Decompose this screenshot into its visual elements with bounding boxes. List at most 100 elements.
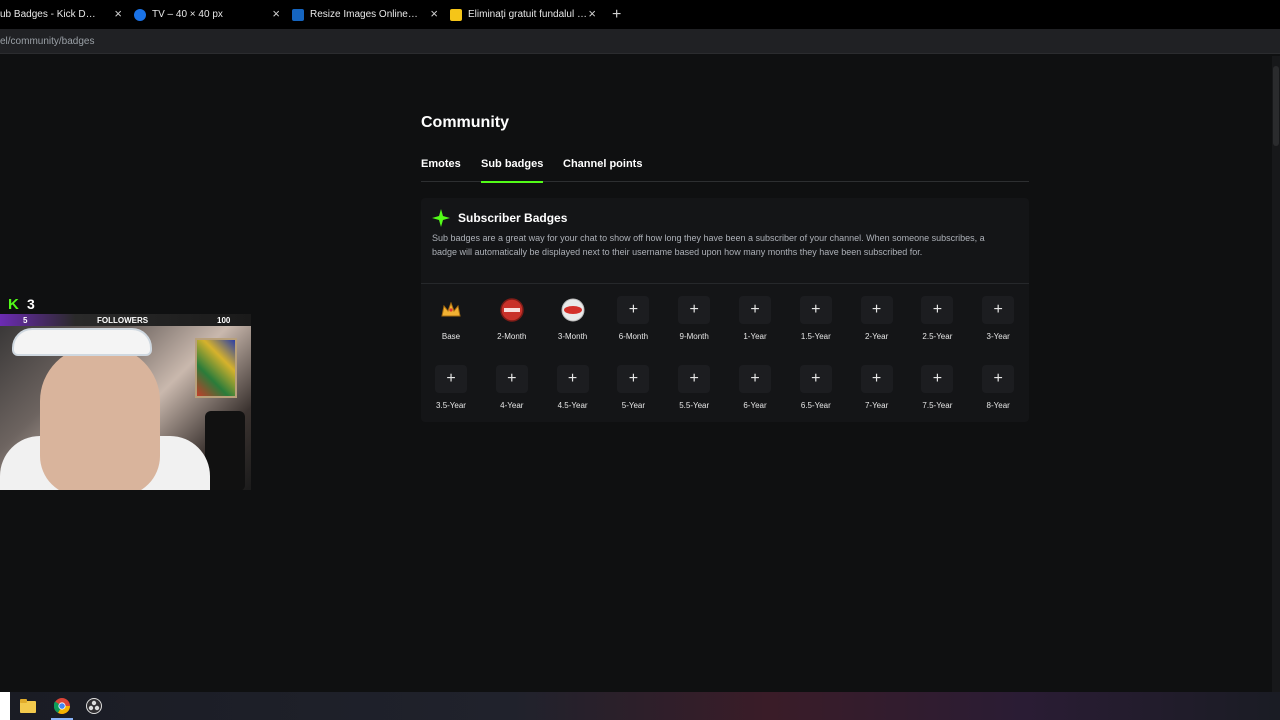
red-emblem-badge-image[interactable]	[496, 296, 528, 324]
add-badge-button[interactable]: +	[678, 365, 711, 393]
add-badge-button[interactable]: +	[982, 365, 1015, 393]
browser-tab[interactable]: TV – 40 × 40 px ×	[126, 0, 284, 29]
start-button[interactable]	[0, 692, 10, 720]
close-icon[interactable]: ×	[272, 7, 280, 21]
browser-tab-label: TV – 40 × 40 px	[152, 9, 223, 20]
badge-tier: +2-Year	[847, 296, 907, 346]
new-tab-button[interactable]: +	[612, 6, 621, 24]
badge-label: 5-Year	[621, 401, 646, 410]
badge-tier: +6.5-Year	[786, 365, 846, 415]
address-bar[interactable]: el/community/badges	[0, 29, 1280, 54]
badge-tier: 2-Month	[482, 296, 542, 346]
add-badge-button[interactable]: +	[739, 296, 771, 324]
badge-label: Base	[441, 332, 461, 341]
browser-tab-label: Resize Images Online - Resize I	[310, 9, 420, 20]
badge-label: 4-Year	[500, 401, 524, 410]
close-icon[interactable]: ×	[588, 7, 596, 21]
favicon-icon	[450, 8, 462, 21]
close-icon[interactable]: ×	[430, 7, 438, 21]
browser-tab[interactable]: Eliminați gratuit fundalul dintr- ×	[442, 0, 600, 29]
badge-tier: +5-Year	[603, 365, 663, 415]
badge-tier: +3-Year	[968, 296, 1028, 346]
tab-sub-badges[interactable]: Sub badges	[481, 158, 544, 183]
tab-channel-points[interactable]: Channel points	[563, 158, 642, 182]
add-badge-button[interactable]: +	[495, 365, 528, 393]
badge-label: 3.5-Year	[436, 401, 466, 410]
add-badge-button[interactable]: +	[617, 296, 650, 324]
goal-end: 100	[217, 316, 231, 325]
goal-label: FOLLOWERS	[97, 316, 149, 325]
add-badge-button[interactable]: +	[921, 365, 954, 393]
browser-tab[interactable]: Resize Images Online - Resize I ×	[284, 0, 442, 29]
badge-label: 9-Month	[679, 332, 709, 341]
sparkle-icon	[432, 209, 450, 227]
badge-label: 5.5-Year	[679, 401, 710, 410]
tab-emotes[interactable]: Emotes	[421, 158, 461, 182]
page-title: Community	[421, 114, 509, 131]
badge-label: 7.5-Year	[922, 401, 953, 410]
badge-label: 6-Year	[743, 401, 767, 410]
goal-start: 5	[23, 316, 28, 325]
badge-label: 1.5-Year	[800, 332, 831, 341]
badge-tier: +8-Year	[968, 365, 1028, 415]
card-header: Subscriber Badges	[432, 209, 567, 227]
badge-tier: +4-Year	[482, 365, 542, 415]
webcam-video	[0, 326, 251, 490]
wall-painting	[195, 338, 237, 398]
badge-label: 2-Year	[864, 332, 889, 341]
favicon-icon	[134, 8, 146, 21]
webcam-overlay: K 3 5 FOLLOWERS 100	[0, 294, 251, 490]
browser-tab-label: Eliminați gratuit fundalul dintr-	[468, 9, 588, 20]
goal-count: 3	[27, 296, 35, 312]
badge-label: 3-Month	[557, 332, 588, 341]
badge-tier: Base	[421, 296, 481, 346]
add-badge-button[interactable]: +	[556, 365, 589, 393]
badge-label: 2-Month	[497, 332, 527, 341]
chrome-icon[interactable]	[52, 696, 72, 716]
badge-label: 2.5-Year	[922, 332, 953, 341]
badge-label: 7-Year	[864, 401, 889, 410]
goal-bar: 5 FOLLOWERS 100	[0, 314, 251, 326]
badge-label: 8-Year	[986, 401, 1010, 410]
badge-tier: +1-Year	[725, 296, 785, 346]
red-circle-emblem-badge-image[interactable]	[557, 296, 589, 324]
file-explorer-icon[interactable]	[18, 696, 38, 716]
add-badge-button[interactable]: +	[739, 365, 771, 393]
add-badge-button[interactable]: +	[435, 365, 467, 393]
microphone	[205, 411, 245, 490]
obs-icon[interactable]	[84, 696, 104, 716]
kick-logo: K	[8, 296, 19, 313]
add-badge-button[interactable]: +	[799, 296, 832, 324]
close-icon[interactable]: ×	[114, 7, 122, 21]
divider	[421, 283, 1029, 284]
badge-tier: +1.5-Year	[786, 296, 846, 346]
browser-tab-label: ub Badges - Kick Dashboard	[0, 9, 100, 20]
crown-badge-image[interactable]	[435, 296, 467, 324]
add-badge-button[interactable]: +	[921, 296, 954, 324]
badge-tier: +5.5-Year	[664, 365, 724, 415]
add-badge-button[interactable]: +	[860, 296, 893, 324]
badge-label: 3-Year	[986, 332, 1010, 341]
taskbar	[0, 692, 1280, 720]
badge-tier: +6-Month	[603, 296, 663, 346]
headset	[12, 328, 152, 356]
add-badge-button[interactable]: +	[860, 365, 893, 393]
add-badge-button[interactable]: +	[617, 365, 650, 393]
follower-goal-widget: K 3 5 FOLLOWERS 100	[0, 294, 251, 326]
badge-tier: +9-Month	[664, 296, 724, 346]
community-tabs: Emotes Sub badges Channel points	[421, 158, 1029, 183]
badge-tier: +6-Year	[725, 365, 785, 415]
badge-tier: 3-Month	[543, 296, 603, 346]
badge-label: 6.5-Year	[800, 401, 831, 410]
browser-tab[interactable]: ub Badges - Kick Dashboard ×	[0, 0, 126, 29]
badge-tier: +3.5-Year	[421, 365, 481, 415]
page-scrollbar[interactable]	[1272, 56, 1280, 692]
add-badge-button[interactable]: +	[678, 296, 711, 324]
card-description: Sub badges are a great way for your chat…	[432, 233, 985, 257]
badge-label: 6-Month	[618, 332, 649, 341]
add-badge-button[interactable]: +	[982, 296, 1015, 324]
card-title: Subscriber Badges	[458, 211, 568, 225]
scrollbar-thumb[interactable]	[1273, 66, 1279, 146]
subscriber-badges-card: Subscriber Badges Sub badges are a great…	[421, 198, 1029, 422]
add-badge-button[interactable]: +	[799, 365, 832, 393]
